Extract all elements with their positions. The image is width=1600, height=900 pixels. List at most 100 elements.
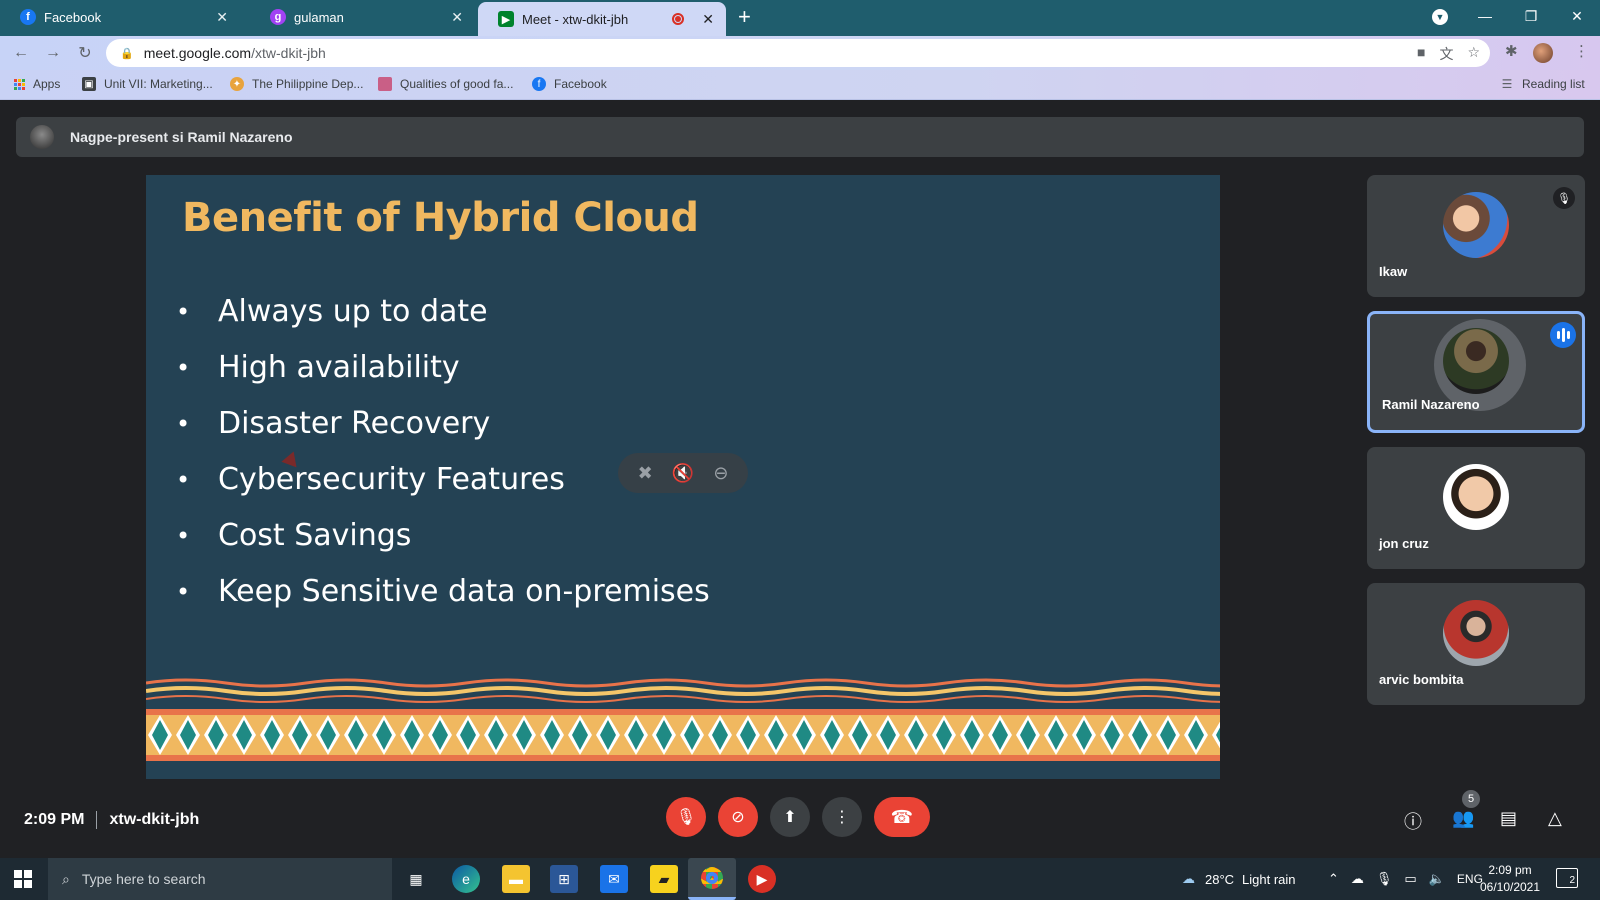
notification-center-icon[interactable]: 2 — [1556, 868, 1578, 888]
info-icon: ⓘ — [1404, 812, 1422, 832]
menu-icon[interactable]: ⋮ — [1574, 42, 1589, 60]
bookmark-pink-icon — [378, 77, 392, 91]
tab-meet[interactable]: ▶ Meet - xtw-dkit-jbh ✕ — [478, 2, 726, 36]
mail-icon[interactable]: ✉ — [600, 865, 628, 893]
slide-decorative-border — [146, 678, 1220, 779]
participant-count-badge: 5 — [1462, 790, 1480, 808]
store-icon[interactable]: ⊞ — [550, 865, 578, 893]
presentation-slide: Benefit of Hybrid Cloud Always up to dat… — [146, 175, 1220, 779]
translate-icon[interactable]: 文 — [1439, 44, 1453, 64]
onedrive-icon[interactable]: ☁ — [1351, 871, 1364, 887]
bookmark-label: Apps — [33, 77, 61, 91]
search-placeholder: Type here to search — [81, 871, 206, 887]
camera-icon[interactable]: ■ — [1417, 44, 1425, 64]
back-icon[interactable]: ← — [10, 42, 32, 64]
task-view-icon[interactable]: ▦ — [402, 865, 430, 893]
reading-list[interactable]: ☰ Reading list — [1500, 77, 1585, 91]
participant-tile[interactable]: Ramil Nazareno — [1367, 311, 1585, 433]
divider — [96, 811, 98, 829]
participant-name: Ramil Nazareno — [1382, 397, 1480, 412]
microphone-icon[interactable]: 🎙 — [1376, 871, 1393, 887]
file-explorer-icon[interactable]: ▬ — [502, 865, 530, 893]
people-button[interactable]: 👥 — [1452, 808, 1474, 829]
restore-button[interactable]: ❐ — [1508, 0, 1554, 32]
bookmark-doc-icon: ▣ — [82, 77, 96, 91]
participant-tile[interactable]: arvic bombita — [1367, 583, 1585, 705]
reading-list-label: Reading list — [1522, 77, 1585, 91]
close-icon[interactable]: ✕ — [702, 11, 714, 28]
search-icon: ⌕ — [62, 870, 70, 887]
weather-widget[interactable]: ☁ 28°C Light rain — [1182, 858, 1296, 900]
address-bar[interactable]: 🔒 meet.google.com/xtw-dkit-jbh ■ 文 ☆ — [106, 39, 1490, 67]
participant-tile[interactable]: jon cruz — [1367, 447, 1585, 569]
speaking-indicator-icon — [1550, 322, 1576, 348]
bookmark-apps[interactable]: Apps — [14, 77, 60, 91]
avatar — [1443, 328, 1509, 394]
minimize-button[interactable]: — — [1462, 0, 1508, 32]
url-text[interactable]: meet.google.com/xtw-dkit-jbh — [144, 45, 326, 61]
tab-gulaman[interactable]: g gulaman ✕ — [250, 0, 475, 34]
edge-icon[interactable]: e — [452, 865, 480, 893]
leave-call-button[interactable]: ☎ — [874, 797, 930, 837]
tab-search-icon[interactable]: ▼ — [1432, 9, 1448, 25]
people-icon: 👥 — [1452, 808, 1475, 828]
google-meet-icon: ▶ — [498, 11, 514, 27]
mute-speaker-icon[interactable]: 🔇 — [672, 463, 694, 484]
bookmark-marketing[interactable]: ▣ Unit VII: Marketing... — [82, 77, 213, 91]
bookmark-facebook[interactable]: f Facebook — [532, 77, 607, 91]
microphone-toggle-button[interactable]: 🎙 — [666, 797, 706, 837]
lock-icon: 🔒 — [120, 47, 134, 60]
camera-off-icon: ⊘ — [731, 809, 745, 826]
sticky-notes-icon[interactable]: ▰ — [650, 865, 678, 893]
bookmark-label: Unit VII: Marketing... — [104, 77, 213, 91]
windows-start-icon[interactable] — [14, 870, 32, 888]
new-tab-button[interactable]: + — [738, 4, 751, 30]
unpin-icon[interactable]: ✖ — [638, 463, 653, 484]
chat-icon: ▤ — [1500, 808, 1518, 828]
close-icon[interactable]: ✕ — [451, 9, 463, 26]
meeting-details-button[interactable]: ⓘ — [1404, 808, 1422, 834]
taskbar-search-input[interactable]: ⌕ Type here to search — [48, 858, 392, 900]
clock-time: 2:09 pm — [1488, 863, 1532, 877]
slide-bullet: Disaster Recovery — [176, 404, 710, 460]
bookmark-label: Facebook — [554, 77, 607, 91]
activities-button[interactable]: △ — [1548, 808, 1562, 829]
recording-icon — [672, 13, 685, 25]
cloud-rain-icon: ☁ — [1182, 871, 1195, 886]
app-red-icon[interactable]: ▶ — [748, 865, 776, 893]
present-screen-button[interactable]: ⬆ — [770, 797, 810, 837]
presenter-banner: Nagpe-present si Ramil Nazareno — [16, 117, 1584, 157]
tab-facebook[interactable]: f Facebook ✕ — [0, 0, 240, 34]
participant-tile[interactable]: 🎙 Ikaw — [1367, 175, 1585, 297]
camera-toggle-button[interactable]: ⊘ — [718, 797, 758, 837]
forward-icon[interactable]: → — [42, 42, 64, 64]
participant-name: arvic bombita — [1379, 672, 1464, 687]
system-clock[interactable]: 2:09 pm 06/10/2021 — [1478, 862, 1542, 896]
slide-title: Benefit of Hybrid Cloud — [182, 195, 699, 241]
tab-title: Meet - xtw-dkit-jbh — [522, 11, 629, 27]
presenter-text: Nagpe-present si Ramil Nazareno — [70, 129, 293, 145]
chevron-up-icon[interactable]: ⌃ — [1328, 871, 1339, 887]
volume-icon[interactable]: 🔈 — [1429, 871, 1445, 887]
mic-off-icon: 🎙 — [1553, 187, 1575, 209]
chrome-app-icon: g — [270, 9, 286, 25]
profile-avatar[interactable] — [1533, 43, 1553, 63]
chrome-taskbar-icon[interactable] — [688, 858, 736, 900]
activities-icon: △ — [1548, 808, 1562, 828]
bookmark-flag-icon: ✦ — [230, 77, 244, 91]
bookmark-philippine[interactable]: ✦ The Philippine Dep... — [230, 77, 363, 91]
network-icon[interactable]: ▭ — [1404, 871, 1416, 887]
bookmark-qualities[interactable]: Qualities of good fa... — [378, 77, 513, 91]
reload-icon[interactable]: ↻ — [74, 42, 96, 64]
facebook-icon: f — [20, 9, 36, 25]
chat-button[interactable]: ▤ — [1500, 808, 1517, 829]
remove-icon[interactable]: ⊖ — [713, 463, 728, 484]
clock-date: 06/10/2021 — [1479, 880, 1541, 894]
browser-tab-strip: f Facebook ✕ g gulaman ✕ ▶ Meet - xtw-dk… — [0, 0, 1600, 36]
star-icon[interactable]: ☆ — [1467, 44, 1480, 64]
meeting-time: 2:09 PM — [24, 811, 85, 828]
extensions-icon[interactable]: ✱ — [1505, 42, 1518, 60]
more-options-button[interactable]: ⋮ — [822, 797, 862, 837]
close-window-button[interactable]: ✕ — [1554, 0, 1600, 32]
close-icon[interactable]: ✕ — [216, 9, 228, 26]
